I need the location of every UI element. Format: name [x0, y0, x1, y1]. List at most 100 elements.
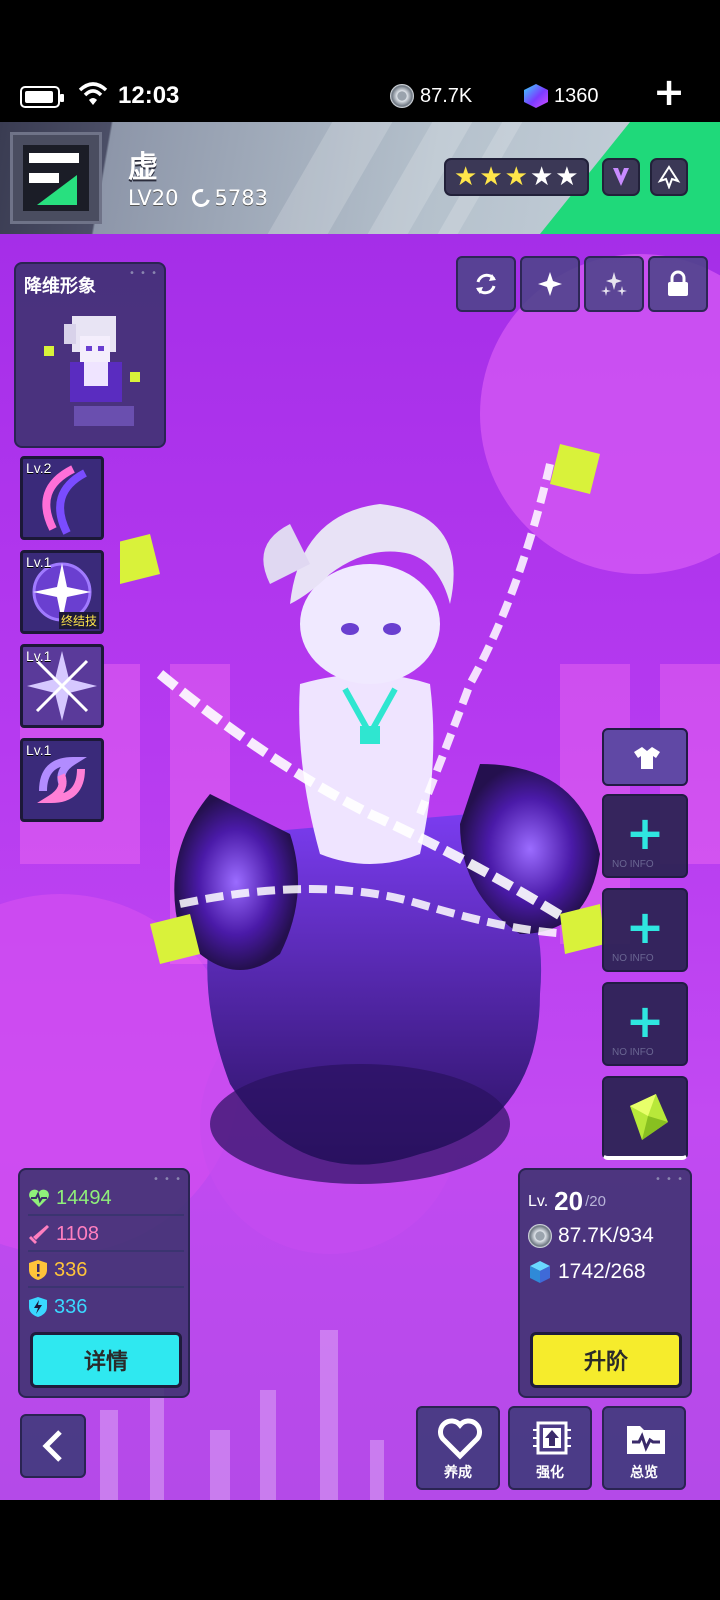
skill-level: Lv.1	[26, 742, 52, 758]
attack-value: 1108	[56, 1222, 100, 1245]
gem-counter: 1360	[524, 84, 599, 108]
coin-icon	[528, 1224, 552, 1248]
void-element-icon	[613, 168, 629, 186]
level-panel: • • • Lv. 20 /20 87.7K/934 1742/268 升阶	[518, 1168, 692, 1398]
ultimate-tag: 终结技	[58, 612, 99, 629]
lock-button[interactable]	[648, 256, 708, 312]
current-level: 20	[554, 1186, 584, 1216]
add-icon: +	[625, 994, 665, 1048]
hero-power: 5783	[214, 186, 268, 210]
heart-icon	[438, 1418, 482, 1460]
enhance-label: 强化	[536, 1465, 564, 1481]
level-row: Lv. 20 /20	[528, 1186, 606, 1217]
battery-icon	[20, 86, 64, 108]
slot-info: NO INFO	[612, 953, 654, 964]
refresh-icon	[476, 273, 496, 295]
material-cost: 1742/268	[558, 1260, 646, 1283]
equipment-slot-2[interactable]: + NO INFO	[602, 888, 688, 972]
defense-stat: 336	[28, 1254, 184, 1288]
attack-stat: 1108	[28, 1218, 184, 1252]
coin-icon	[390, 84, 414, 108]
hero-name: 虚	[128, 150, 158, 185]
gem-amount: 1360	[554, 84, 599, 107]
faction-emblem-icon	[10, 132, 102, 224]
pixel-portrait-image	[44, 316, 140, 426]
gem-icon	[524, 84, 548, 108]
energy-value: 336	[54, 1295, 88, 1318]
skill-level: Lv.1	[26, 648, 52, 664]
top-toolbar	[456, 256, 708, 314]
add-icon: +	[625, 806, 665, 860]
slot-info: NO INFO	[612, 1047, 654, 1058]
element-badge-button[interactable]	[602, 158, 640, 196]
class-icon	[657, 165, 681, 189]
sparkles-icon	[601, 272, 627, 296]
star-icon: ★	[479, 162, 503, 192]
defense-value: 336	[54, 1258, 88, 1281]
sparkle-icon	[538, 272, 562, 296]
chevron-left-icon	[42, 1430, 62, 1462]
level-prefix: Lv.	[528, 1192, 549, 1210]
lightning-shield-icon	[29, 1297, 47, 1317]
hero-header: 虚 LV20 5783 ★ ★ ★ ★ ★	[0, 122, 720, 234]
star-rating: ★ ★ ★ ★ ★	[444, 158, 589, 196]
hero-character-art	[120, 444, 605, 1184]
swap-skin-button[interactable]	[456, 256, 516, 312]
equipment-slot-3[interactable]: + NO INFO	[602, 982, 688, 1066]
star-icon: ★	[529, 162, 554, 192]
max-level: /20	[585, 1193, 606, 1210]
upgrade-button[interactable]: 升阶	[530, 1332, 682, 1388]
coin-cost-row: 87.7K/934	[528, 1224, 654, 1248]
heart-pulse-icon	[29, 1189, 49, 1207]
hero-scene: • • • 降维形象 Lv.2 Lv.1 终结技 Lv.1 Lv.1 + NO …	[0, 234, 720, 1500]
relic-slot[interactable]	[602, 1076, 688, 1160]
hero-level: LV20	[128, 186, 179, 210]
skill-slot-1[interactable]: Lv.2	[20, 456, 104, 540]
lock-icon	[668, 270, 688, 296]
coin-cost: 87.7K/934	[558, 1224, 654, 1247]
enhance-button[interactable]: 强化	[508, 1406, 592, 1490]
add-currency-button[interactable]: +	[652, 73, 686, 111]
hero-level-row: LV20 5783	[128, 185, 268, 211]
wifi-icon	[78, 82, 108, 105]
skill-level: Lv.2	[26, 460, 52, 476]
shirt-icon	[634, 747, 660, 769]
coin-counter: 87.7K	[390, 84, 472, 108]
skill-level: Lv.1	[26, 554, 52, 570]
skill-slot-4[interactable]: Lv.1	[20, 738, 104, 822]
coin-amount: 87.7K	[420, 84, 473, 107]
hp-value: 14494	[56, 1186, 112, 1209]
back-button[interactable]	[20, 1414, 86, 1478]
hp-stat: 14494	[28, 1182, 184, 1216]
nurture-button[interactable]: 养成	[416, 1406, 500, 1490]
sparkle-button[interactable]	[520, 256, 580, 312]
energy-stat: 336	[28, 1290, 184, 1324]
add-icon: +	[625, 900, 665, 954]
overview-button[interactable]: 总览	[602, 1406, 686, 1490]
star-icon: ★	[454, 162, 478, 192]
outfit-button[interactable]	[602, 728, 688, 786]
cube-material-icon	[530, 1261, 550, 1283]
equipment-slot-1[interactable]: + NO INFO	[602, 794, 688, 878]
skill-slot-3[interactable]: Lv.1	[20, 644, 104, 728]
overview-label: 总览	[630, 1465, 658, 1481]
folder-pulse-icon	[627, 1426, 665, 1454]
portrait-title: 降维形象	[24, 276, 96, 297]
skill-slot-2[interactable]: Lv.1 终结技	[20, 550, 104, 634]
shield-icon	[29, 1260, 47, 1280]
clock: 12:03	[118, 82, 180, 109]
detail-button[interactable]: 详情	[30, 1332, 182, 1388]
chip-upgrade-icon	[533, 1421, 571, 1455]
star-icon: ★	[555, 162, 579, 192]
star-icon: ★	[504, 162, 528, 192]
multi-sparkle-button[interactable]	[584, 256, 644, 312]
sword-icon	[29, 1225, 49, 1244]
slot-info: NO INFO	[612, 859, 654, 870]
class-badge-button[interactable]	[650, 158, 688, 196]
crystal-relic-icon	[630, 1094, 668, 1140]
nurture-label: 养成	[444, 1465, 472, 1481]
status-bar: 12:03 87.7K 1360 +	[0, 62, 720, 122]
pixel-portrait-panel[interactable]: • • • 降维形象	[14, 262, 166, 448]
power-icon	[189, 185, 214, 211]
material-cost-row: 1742/268	[528, 1260, 646, 1284]
